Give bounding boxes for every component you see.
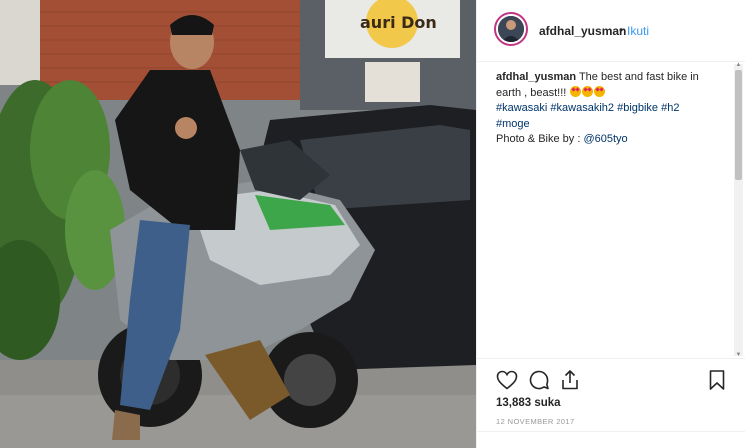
- header-separator: •: [619, 23, 624, 37]
- bookmark-icon[interactable]: [705, 368, 729, 392]
- post-username[interactable]: afdhal_yusman: [539, 24, 626, 38]
- heart-eyes-emoji-icon: [582, 85, 594, 97]
- scrollbar-thumb[interactable]: [735, 70, 742, 180]
- hashtag-link[interactable]: #bigbike: [617, 102, 658, 114]
- credit-text: Photo & Bike by :: [496, 133, 584, 145]
- heart-eyes-emoji-icon: [570, 85, 582, 97]
- divider: [477, 358, 745, 359]
- avatar[interactable]: [494, 12, 528, 46]
- follow-button[interactable]: Ikuti: [627, 24, 649, 38]
- caption-username[interactable]: afdhal_yusman: [496, 71, 576, 83]
- hashtag-link[interactable]: #kawasakih2: [550, 102, 614, 114]
- heart-icon[interactable]: [495, 368, 519, 392]
- hashtag-link[interactable]: #kawasaki: [496, 102, 547, 114]
- post-header: afdhal_yusman • Ikuti: [477, 0, 745, 62]
- credit-mention-link[interactable]: @605tyo: [583, 133, 627, 145]
- scroll-up-arrow-icon[interactable]: ▲: [734, 62, 743, 68]
- share-icon[interactable]: [558, 368, 582, 392]
- comment-icon[interactable]: [527, 368, 551, 392]
- hashtag-link[interactable]: #moge: [496, 118, 530, 130]
- motorcycle-photo: auri Don: [0, 0, 476, 448]
- post-details-panel: afdhal_yusman • Ikuti afdhal_yusman The …: [476, 0, 745, 448]
- post-caption: afdhal_yusman The best and fast bike in …: [496, 70, 721, 148]
- post-photo[interactable]: auri Don: [0, 0, 476, 448]
- hashtag-link[interactable]: #h2: [661, 102, 679, 114]
- heart-eyes-emoji-icon: [594, 85, 606, 97]
- sign-text: auri Don: [360, 13, 437, 32]
- post-date[interactable]: 12 NOVEMBER 2017: [496, 417, 575, 426]
- likes-count[interactable]: 13,883 suka: [496, 397, 561, 409]
- avatar-image: [498, 16, 524, 42]
- divider: [477, 431, 745, 432]
- comments-scrollbar[interactable]: ▲ ▼: [734, 62, 743, 358]
